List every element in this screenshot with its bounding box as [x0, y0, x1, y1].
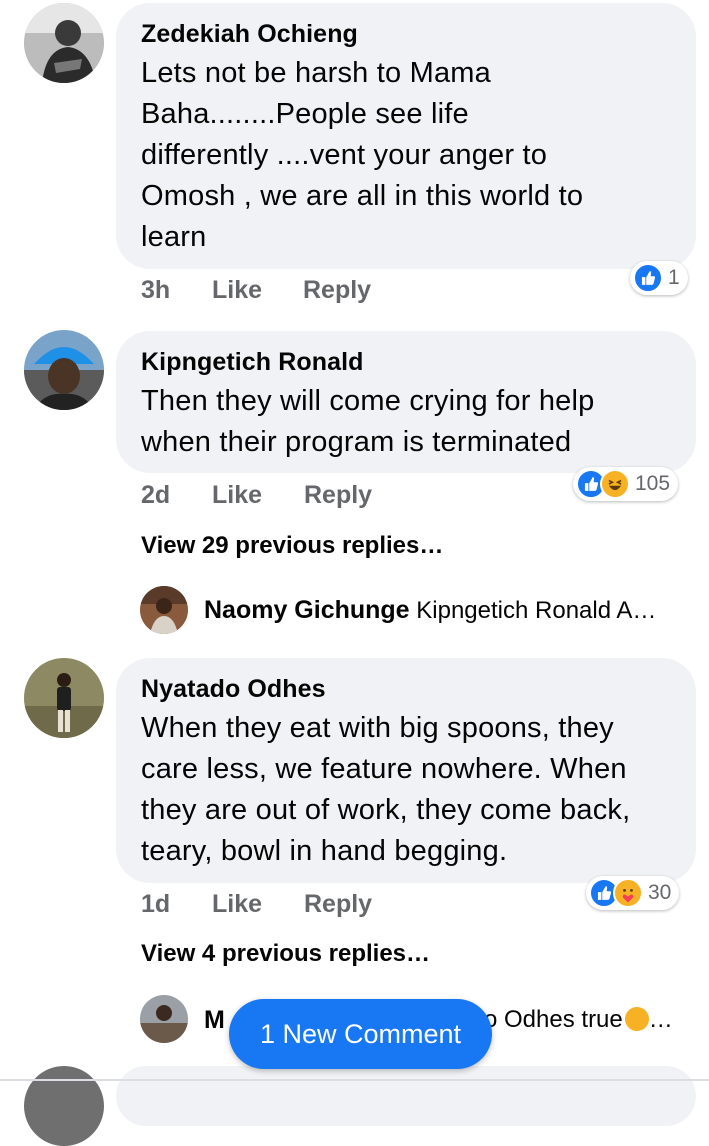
comment-timestamp[interactable]: 3h: [141, 276, 170, 305]
latest-reply[interactable]: M: [204, 1006, 225, 1035]
reaction-count: 1: [668, 266, 680, 289]
comment-text-line: Lets not be harsh to Mama: [141, 57, 491, 89]
comment-text-line: they are out of work, they come back,: [141, 794, 631, 826]
comment-text-line: care less, we feature nowhere. When: [141, 753, 627, 785]
haha-icon: [600, 469, 630, 499]
reaction-count: 30: [648, 881, 672, 904]
latest-reply-text: o Odhes true …: [484, 1006, 673, 1034]
reply-author[interactable]: M: [204, 1006, 225, 1034]
like-button[interactable]: Like: [212, 890, 262, 919]
avatar-reply-user[interactable]: [140, 995, 188, 1043]
reaction-summary[interactable]: 1: [630, 261, 688, 295]
like-button[interactable]: Like: [212, 481, 262, 510]
comment-text-line: Then they will come crying for help: [141, 385, 595, 417]
profile-photo: [24, 658, 104, 738]
new-comment-button[interactable]: 1 New Comment: [229, 999, 492, 1069]
comment-bubble-next: [116, 1066, 696, 1126]
comment-author[interactable]: Zedekiah Ochieng: [141, 20, 358, 49]
reply-author[interactable]: Naomy Gichunge: [204, 596, 410, 624]
care-icon: [613, 878, 643, 908]
reaction-summary[interactable]: 105: [573, 467, 679, 501]
reply-button[interactable]: Reply: [304, 481, 372, 510]
profile-photo: [140, 586, 188, 634]
comment-author[interactable]: Nyatado Odhes: [141, 675, 326, 704]
latest-reply[interactable]: Naomy Gichunge Kipngetich Ronald A…: [204, 596, 656, 625]
comment-text-line: When they eat with big spoons, they: [141, 712, 614, 744]
comment-text-line: differently ....vent your anger to: [141, 139, 548, 171]
avatar-kipngetich[interactable]: [24, 330, 104, 410]
comment-text-line: teary, bowl in hand begging.: [141, 835, 508, 867]
comment-text-line: learn: [141, 221, 207, 253]
reply-button[interactable]: Reply: [303, 276, 371, 305]
comment-text-line: Baha........People see life: [141, 98, 469, 130]
profile-photo: [24, 3, 104, 83]
comment-text-line: Omosh , we are all in this world to: [141, 180, 584, 212]
comment-timestamp[interactable]: 1d: [141, 890, 170, 919]
avatar-naomy[interactable]: [140, 586, 188, 634]
avatar-zedekiah[interactable]: [24, 3, 104, 83]
view-previous-replies-link[interactable]: View 4 previous replies…: [141, 940, 430, 968]
reply-text: Kipngetich Ronald A…: [416, 597, 657, 624]
profile-photo: [140, 995, 188, 1043]
profile-photo: [24, 330, 104, 410]
avatar-nyatado[interactable]: [24, 658, 104, 738]
rofl-emoji-icon: [624, 1007, 649, 1031]
reply-button[interactable]: Reply: [304, 890, 372, 919]
reply-ellipsis: …: [648, 1006, 673, 1033]
like-icon: [633, 263, 663, 293]
view-previous-replies-link[interactable]: View 29 previous replies…: [141, 532, 443, 560]
comment-author[interactable]: Kipngetich Ronald: [141, 348, 364, 377]
like-button[interactable]: Like: [212, 276, 262, 305]
reply-text: o Odhes true: [484, 1006, 623, 1033]
reaction-summary[interactable]: 30: [586, 876, 680, 910]
comment-text-line: when their program is terminated: [141, 426, 572, 458]
comment-timestamp[interactable]: 2d: [141, 481, 170, 510]
bottom-divider: [0, 1079, 709, 1081]
avatar-next-comment[interactable]: [24, 1066, 104, 1146]
reaction-count: 105: [635, 472, 671, 495]
